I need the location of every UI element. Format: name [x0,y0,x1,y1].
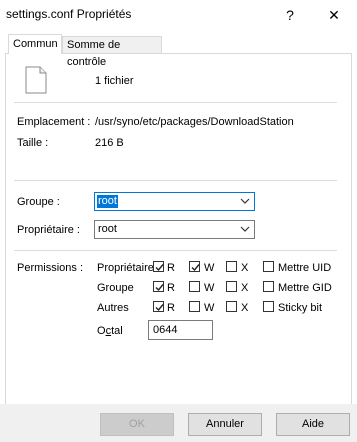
group-w-checkbox[interactable] [189,281,200,292]
others-x-checkbox[interactable] [226,301,237,312]
divider [14,250,337,251]
x-label: X [241,262,249,274]
group-x-checkbox[interactable] [226,281,237,292]
octal-label: Octal [97,325,123,337]
owner-label: Propriétaire : [17,224,80,236]
tab-commun[interactable]: Commun [8,34,62,54]
location-label: Emplacement : [17,116,91,128]
sticky-bit-checkbox[interactable] [263,301,274,312]
x-label: X [241,282,249,294]
chevron-down-icon [240,226,250,232]
octal-value: 0644 [153,324,178,336]
cancel-button[interactable]: Annuler [188,413,262,436]
group-select[interactable]: root [94,192,255,211]
others-r-checkbox[interactable] [153,301,164,312]
perm-row-others: Autres [97,302,129,314]
close-icon[interactable]: ✕ [324,5,344,25]
r-label: R [167,302,175,314]
location-value: /usr/syno/etc/packages/DownloadStation [95,116,294,128]
w-label: W [204,262,215,274]
ok-button[interactable]: OK [100,413,174,436]
set-gid-checkbox[interactable] [263,281,274,292]
owner-x-checkbox[interactable] [226,261,237,272]
octal-input[interactable]: 0644 [148,320,213,340]
perm-row-group: Groupe [97,282,134,294]
others-w-checkbox[interactable] [189,301,200,312]
help-button[interactable]: Aide [276,413,350,436]
permissions-label: Permissions : [17,262,84,274]
size-label: Taille : [17,137,49,149]
set-gid-label: Mettre GID [278,282,332,294]
perm-row-owner: Propriétaire [97,262,154,274]
divider [14,102,337,103]
tab-checksum[interactable]: Somme de contrôle [62,36,162,68]
size-value: 216 B [95,137,124,149]
divider [14,180,337,181]
r-label: R [167,282,175,294]
group-select-value: root [97,195,118,208]
window-title: settings.conf Propriétés [6,7,132,21]
file-count: 1 fichier [95,75,134,87]
owner-w-checkbox[interactable] [189,261,200,272]
set-uid-label: Mettre UID [278,262,332,274]
chevron-down-icon [240,198,250,204]
file-icon [25,66,47,94]
owner-select[interactable]: root [94,220,255,239]
set-uid-checkbox[interactable] [263,261,274,272]
group-label: Groupe : [17,196,60,208]
sticky-bit-label: Sticky bit [278,302,323,314]
owner-r-checkbox[interactable] [153,261,164,272]
help-icon[interactable]: ? [280,5,300,25]
group-r-checkbox[interactable] [153,281,164,292]
w-label: W [204,302,215,314]
x-label: X [241,302,249,314]
r-label: R [167,262,175,274]
w-label: W [204,282,215,294]
owner-select-value: root [98,223,117,235]
